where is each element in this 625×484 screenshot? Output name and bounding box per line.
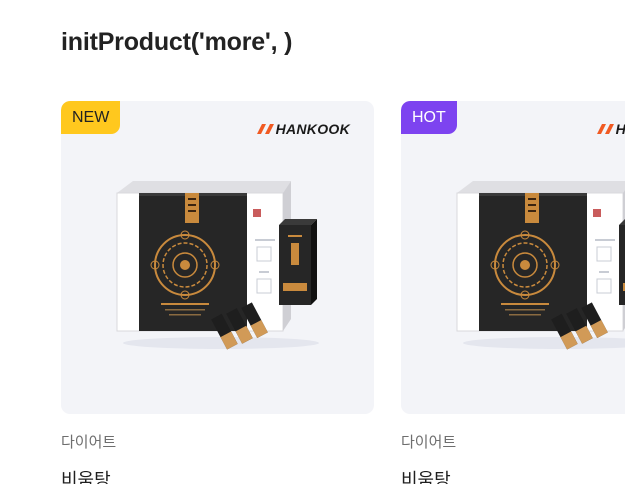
brand-logo: HANKOOK bbox=[595, 121, 625, 137]
brand-name: HANKOOK bbox=[275, 121, 350, 137]
page: initProduct('more', ) NEW HANKOOK 다이어트 비… bbox=[0, 0, 625, 484]
product-box-image bbox=[456, 180, 625, 353]
hankook-flag-icon bbox=[596, 124, 614, 134]
product-box-image bbox=[116, 180, 320, 353]
product-name[interactable]: 비움탕 bbox=[401, 466, 625, 484]
product-card[interactable]: NEW HANKOOK 다이어트 비움탕 bbox=[61, 101, 374, 484]
hot-badge: HOT bbox=[401, 101, 457, 134]
brand-name: HANKOOK bbox=[615, 121, 625, 137]
product-name[interactable]: 비움탕 bbox=[61, 466, 374, 484]
product-card[interactable]: HOT HANKOOK 다이어트 비움탕 bbox=[401, 101, 625, 484]
product-thumbnail[interactable]: HOT HANKOOK bbox=[401, 101, 625, 414]
hankook-flag-icon bbox=[256, 124, 274, 134]
product-category: 다이어트 bbox=[401, 434, 457, 451]
new-badge: NEW bbox=[61, 101, 121, 134]
page-title: initProduct('more', ) bbox=[61, 28, 293, 56]
product-thumbnail[interactable]: NEW HANKOOK bbox=[61, 101, 374, 414]
product-category: 다이어트 bbox=[61, 434, 117, 451]
brand-logo: HANKOOK bbox=[255, 121, 350, 137]
